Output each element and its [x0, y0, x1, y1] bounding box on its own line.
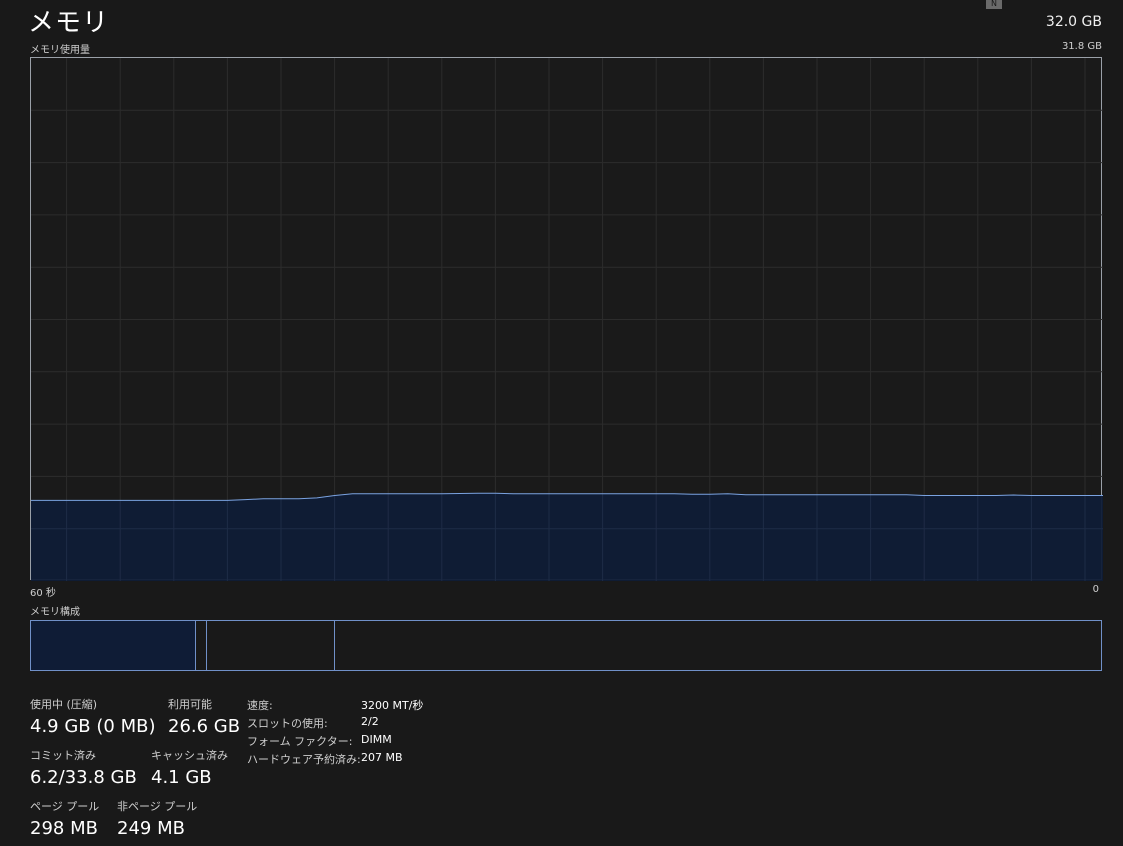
slots-label: スロットの使用:: [247, 717, 328, 730]
speed-value: 3200 MT/秒: [361, 699, 424, 712]
form-factor-label: フォーム ファクター:: [247, 735, 353, 748]
hardware-reserved-label: ハードウェア予約済み:: [247, 753, 361, 766]
nonpaged-pool-label: 非ページ プール: [117, 800, 198, 813]
page-title: メモリ: [28, 8, 110, 38]
corner-badge[interactable]: N: [986, 0, 1002, 9]
memory-composition-bar: [30, 620, 1102, 671]
x-axis-right-label: 0: [1092, 584, 1099, 595]
memory-usage-graph: [30, 57, 1103, 581]
committed-value: 6.2/33.8 GB: [30, 767, 137, 788]
memory-usage-area: [31, 493, 1103, 581]
available-value: 26.6 GB: [168, 716, 241, 737]
hardware-reserved-value: 207 MB: [361, 751, 403, 764]
composition-label: メモリ構成: [30, 607, 80, 618]
available-label: 利用可能: [168, 698, 212, 711]
paged-pool-value: 298 MB: [30, 818, 98, 839]
composition-standby: [207, 621, 335, 670]
memory-performance-panel: メモリ N 32.0 GB メモリ使用量 31.8 GB 60 秒 0 メモリ構…: [0, 0, 1123, 846]
paged-pool-label: ページ プール: [30, 800, 100, 813]
committed-label: コミット済み: [30, 749, 96, 762]
speed-label: 速度:: [247, 699, 273, 712]
graph-max-label: 31.8 GB: [1061, 41, 1102, 52]
x-axis-left-label: 60 秒: [30, 588, 56, 599]
slots-value: 2/2: [361, 715, 379, 728]
form-factor-value: DIMM: [361, 733, 392, 746]
composition-modified: [196, 621, 207, 670]
composition-free: [335, 621, 1101, 670]
total-capacity: 32.0 GB: [1045, 14, 1102, 30]
composition-in-use: [31, 621, 196, 670]
cached-value: 4.1 GB: [151, 767, 212, 788]
cached-label: キャッシュ済み: [151, 749, 228, 762]
in-use-value: 4.9 GB (0 MB): [30, 716, 156, 737]
in-use-label: 使用中 (圧縮): [30, 698, 98, 711]
nonpaged-pool-value: 249 MB: [117, 818, 185, 839]
graph-label: メモリ使用量: [30, 45, 90, 56]
memory-usage-chart: [31, 58, 1103, 581]
